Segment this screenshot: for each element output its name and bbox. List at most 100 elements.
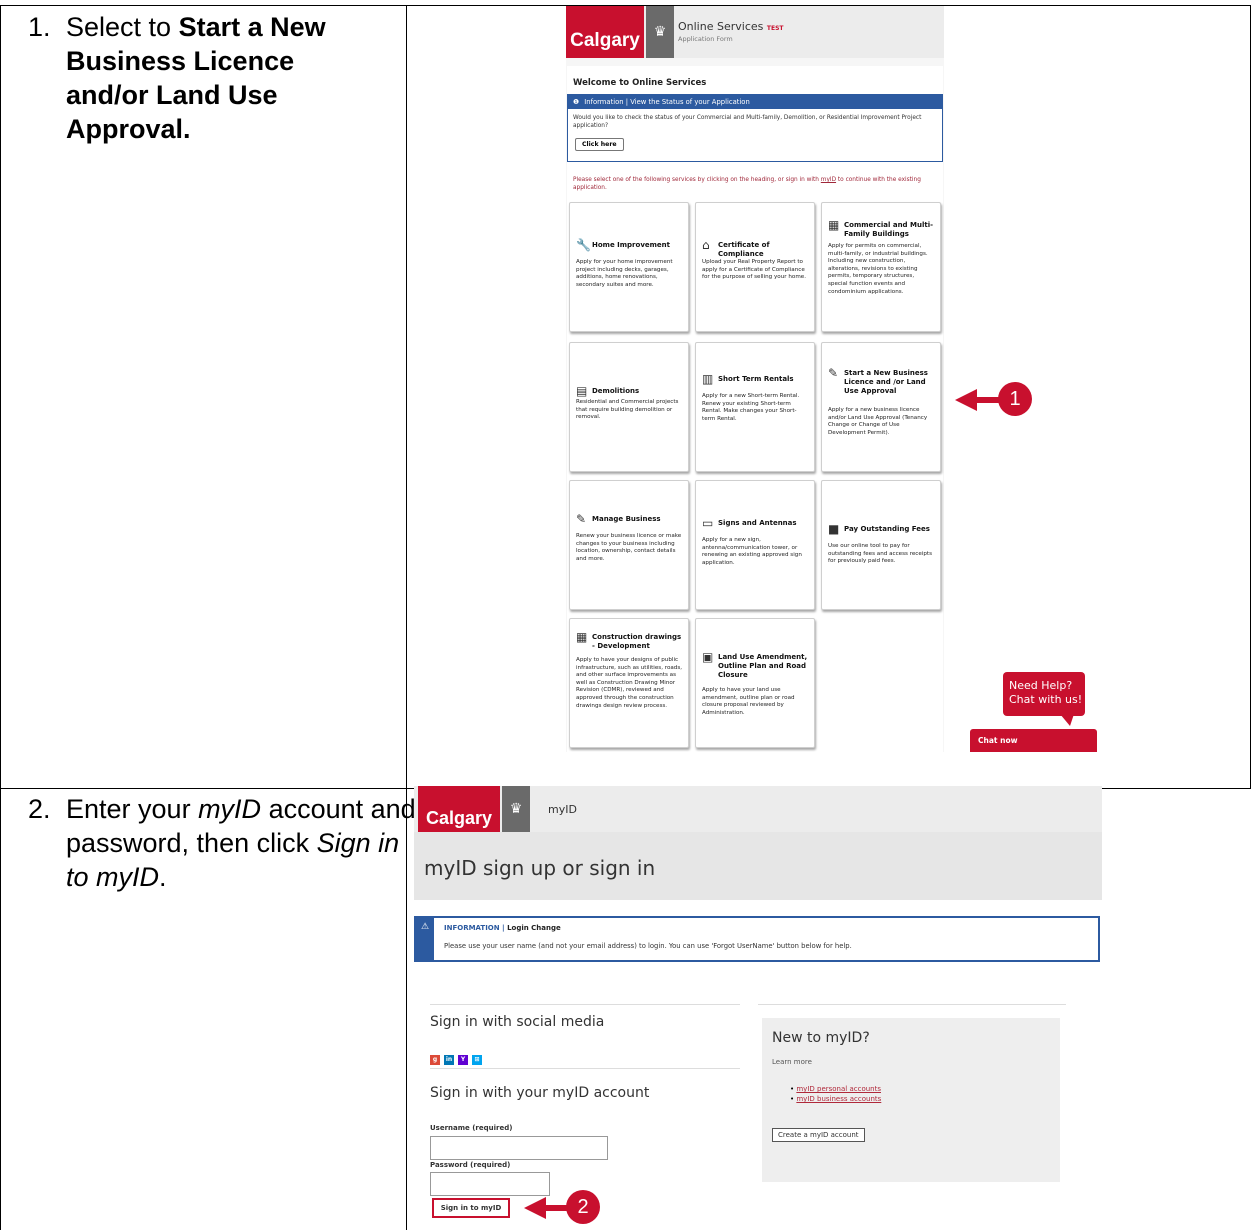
service-card[interactable]: ▥ Short Term Rentals Apply for a new Short… <box>695 342 815 472</box>
username-input[interactable] <box>430 1136 608 1160</box>
service-card-description: Residential and Commercial projects that… <box>576 399 679 421</box>
service-card-title[interactable]: Signs and Antennas <box>718 519 810 528</box>
building-icon: ▦ <box>828 218 840 232</box>
edit-icon: ✎ <box>576 512 587 526</box>
service-card-description: Apply for a new Short-term Rental. Renew… <box>702 393 800 422</box>
callout-badge-2: 2 <box>566 1190 600 1224</box>
service-card-description: Apply for a new sign, antenna/communicat… <box>702 537 802 566</box>
service-card[interactable]: ■ Pay Outstanding Fees Use our online tool… <box>821 480 941 610</box>
myid-page-title: myID sign up or sign in <box>424 856 656 880</box>
service-card-title[interactable]: Construction drawings - Development <box>592 633 684 651</box>
sign-icon: ▭ <box>702 516 714 530</box>
house-icon: ⌂ <box>702 238 710 252</box>
myid-heading-band: myID sign up or sign in <box>414 832 1102 900</box>
password-input[interactable] <box>430 1172 550 1196</box>
service-card[interactable]: ▤ Demolitions Residential and Commercial p… <box>569 342 689 472</box>
new-to-myid-heading: New to myID? <box>772 1030 870 1046</box>
online-services-subtitle: Application Form <box>678 35 733 43</box>
calgary-logo: Calgary <box>418 786 500 832</box>
service-card-description: Renew your business licence or make chan… <box>576 533 682 562</box>
account-divider <box>430 1068 740 1069</box>
online-services-header: Calgary ♛ Online Services TEST Applicati… <box>566 6 944 58</box>
service-card-description: Apply to have your designs of public inf… <box>576 657 683 709</box>
service-card-title[interactable]: Pay Outstanding Fees <box>844 525 936 534</box>
learn-more-text: Learn more <box>772 1058 812 1066</box>
online-services-title: Online Services TEST <box>678 20 784 33</box>
myid-app-name: myID <box>548 803 577 816</box>
licence-icon: ✎ <box>828 366 839 380</box>
service-card[interactable]: ✎ Manage Business Renew your business lice… <box>569 480 689 610</box>
service-card-title[interactable]: Manage Business <box>592 515 684 524</box>
drawing-icon: ▦ <box>576 630 588 644</box>
crest-icon: ♛ <box>502 786 530 832</box>
service-card-description: Apply for a new business licence and/or … <box>828 407 928 436</box>
service-card-description: Use our online tool to pay for outstandi… <box>828 543 933 565</box>
step-text-part: . <box>159 862 167 892</box>
services-instruction: Please select one of the following servi… <box>573 177 921 191</box>
personal-accounts-link[interactable]: myID personal accounts <box>796 1085 881 1093</box>
business-accounts-link[interactable]: myID business accounts <box>796 1095 881 1103</box>
service-card-title[interactable]: Home Improvement <box>592 241 684 250</box>
rental-icon: ▥ <box>702 372 714 386</box>
callout-badge-1: 1 <box>998 382 1032 416</box>
need-help-bubble[interactable]: Need Help? Chat with us! <box>1003 672 1085 716</box>
username-label: Username (required) <box>430 1124 513 1132</box>
linkedin-icon[interactable]: in <box>444 1055 454 1065</box>
step-text-part: myID <box>198 794 262 824</box>
social-icons: g in Y ⊞ <box>430 1046 486 1065</box>
social-heading: Sign in with social media <box>430 1014 605 1030</box>
wrench-icon: 🔧 <box>576 238 591 252</box>
right-divider <box>758 1004 1066 1005</box>
login-change-info: ⚠ INFORMATION | Login Change Please use … <box>414 916 1100 962</box>
social-divider <box>430 1004 740 1005</box>
service-card-title[interactable]: Land Use Amendment, Outline Plan and Roa… <box>718 653 810 680</box>
info-side-bar: ⚠ <box>416 918 434 960</box>
service-card[interactable]: ⌂ Certificate of Compliance Upload your Re… <box>695 202 815 332</box>
step-number: 1. <box>28 12 51 42</box>
microsoft-icon[interactable]: ⊞ <box>472 1055 482 1065</box>
step-text-part: Enter your <box>66 794 199 824</box>
service-card-description: Apply for your home improvement project … <box>576 259 673 288</box>
service-card[interactable]: ✎ Start a New Business Licence and /or La… <box>821 342 941 472</box>
login-change-heading: INFORMATION | Login Change <box>444 924 561 932</box>
service-card-title[interactable]: Commercial and Multi-Family Buildings <box>844 221 936 239</box>
service-card[interactable]: ▦ Commercial and Multi-Family Buildings Ap… <box>821 202 941 332</box>
status-info-box: ❶ Information | View the Status of your … <box>567 94 943 162</box>
briefcase-icon: ■ <box>828 522 840 536</box>
service-card-title[interactable]: Start a New Business Licence and /or Lan… <box>844 369 936 396</box>
service-card-title[interactable]: Short Term Rentals <box>718 375 810 384</box>
chat-now-bar[interactable]: Chat now <box>970 729 1097 752</box>
login-change-text: Please use your user name (and not your … <box>444 942 852 950</box>
myid-screenshot: Calgary ♛ myID myID sign up or sign in ⚠… <box>414 786 1102 1230</box>
step-number: 2. <box>28 794 51 824</box>
service-card[interactable]: ▦ Construction drawings - Development Appl… <box>569 618 689 748</box>
step-text-part: Select to <box>66 12 179 42</box>
account-heading: Sign in with your myID account <box>430 1085 650 1101</box>
welcome-heading: Welcome to Online Services <box>573 78 707 88</box>
sign-in-button[interactable]: Sign in to myID <box>432 1198 510 1218</box>
calgary-logo: Calgary <box>566 6 644 58</box>
status-info-text: Would you like to check the status of yo… <box>573 115 922 129</box>
service-card-title[interactable]: Demolitions <box>592 387 684 396</box>
myid-header: Calgary ♛ myID <box>414 786 1102 832</box>
myid-links-list: • myID personal accounts • myID business… <box>790 1085 882 1103</box>
online-services-screenshot: Calgary ♛ Online Services TEST Applicati… <box>566 6 944 752</box>
info-icon: ❶ <box>573 98 580 106</box>
table-border-left <box>0 5 1 1230</box>
service-card-title[interactable]: Certificate of Compliance <box>718 241 810 259</box>
service-card[interactable]: ▣ Land Use Amendment, Outline Plan and Ro… <box>695 618 815 748</box>
yahoo-icon[interactable]: Y <box>458 1055 468 1065</box>
myid-link[interactable]: myID <box>821 177 836 183</box>
service-card-description: Apply for permits on commercial, multi-f… <box>828 243 928 295</box>
service-card[interactable]: ▭ Signs and Antennas Apply for a new sign,… <box>695 480 815 610</box>
table-column-divider <box>406 5 407 1230</box>
service-card-description: Upload your Real Property Report to appl… <box>702 259 806 281</box>
step-text: Select to Start a New Business Licence a… <box>66 10 376 146</box>
step-text: Enter your myID account and password, th… <box>66 792 421 894</box>
google-icon[interactable]: g <box>430 1055 440 1065</box>
click-here-button[interactable]: Click here <box>575 138 624 151</box>
new-to-myid-panel: New to myID? Learn more • myID personal … <box>762 1018 1060 1182</box>
create-account-button[interactable]: Create a myID account <box>772 1128 865 1142</box>
service-card[interactable]: 🔧 Home Improvement Apply for your home imp… <box>569 202 689 332</box>
warning-icon: ⚠ <box>420 922 430 932</box>
